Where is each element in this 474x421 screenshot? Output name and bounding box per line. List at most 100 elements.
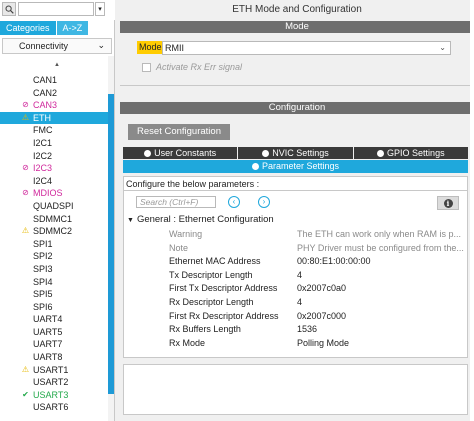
param-value[interactable]: Polling Mode: [297, 337, 464, 351]
tab-a-z[interactable]: A->Z: [56, 21, 89, 35]
sidebar-item-i2c3[interactable]: ⊘ I2C3: [0, 162, 108, 175]
sidebar-item-usart3[interactable]: ✔ USART3: [0, 389, 108, 402]
sidebar-item-label: SPI2: [33, 251, 53, 262]
param-value[interactable]: 4: [297, 269, 464, 283]
sidebar-item-can1[interactable]: CAN1: [0, 74, 108, 87]
scroll-up-arrow-icon[interactable]: ▲: [54, 62, 60, 68]
tab-gpio-settings[interactable]: GPIO Settings: [353, 147, 468, 159]
info-button[interactable]: i: [437, 196, 459, 210]
sidebar-item-sdmmc1[interactable]: SDMMC1: [0, 213, 108, 226]
mode-value: RMII: [165, 43, 184, 53]
sidebar-item-label: MDIOS: [33, 188, 63, 199]
sidebar-item-uart5[interactable]: UART5: [0, 326, 108, 339]
checkbox-label: Activate Rx Err signal: [156, 62, 243, 72]
tab-nvic-settings[interactable]: NVIC Settings: [238, 147, 353, 159]
warning-icon: ⚠: [21, 226, 30, 236]
param-value[interactable]: The ETH can work only when RAM is p...: [297, 228, 464, 242]
checkbox-box[interactable]: [142, 62, 151, 72]
error-icon: ⊘: [22, 188, 29, 198]
sidebar-item-label: FMC: [33, 125, 53, 136]
param-row[interactable]: Warning The ETH can work only when RAM is…: [169, 228, 464, 242]
sidebar-item-label: SDMMC2: [33, 226, 73, 237]
sidebar-item-label: SPI6: [33, 301, 53, 312]
sidebar-item-label: SPI5: [33, 289, 53, 300]
sidebar-item-label: SPI4: [33, 276, 53, 287]
reset-configuration-button[interactable]: Reset Configuration: [128, 124, 230, 140]
sidebar-item-usart1[interactable]: ⚠ USART1: [0, 364, 108, 377]
param-key: Rx Buffers Length: [169, 324, 241, 335]
param-row[interactable]: Ethernet MAC Address 00:80:E1:00:00:00: [169, 255, 464, 269]
sidebar-item-sdmmc2[interactable]: ⚠ SDMMC2: [0, 225, 108, 238]
sidebar-item-label: I2C1: [33, 137, 53, 148]
sidebar-item-i2c2[interactable]: I2C2: [0, 150, 108, 163]
sidebar-item-spi2[interactable]: SPI2: [0, 250, 108, 263]
param-row[interactable]: Rx Descriptor Length 4: [169, 296, 464, 310]
sidebar-item-can2[interactable]: CAN2: [0, 87, 108, 100]
param-key: Rx Mode: [169, 337, 206, 348]
param-search-input[interactable]: Search (Ctrl+F): [136, 196, 216, 208]
param-row[interactable]: Tx Descriptor Length 4: [169, 269, 464, 283]
tab-parameter-settings[interactable]: Parameter Settings: [123, 160, 468, 173]
tab-categories[interactable]: Categories: [0, 21, 57, 35]
sidebar-item-usart6[interactable]: USART6: [0, 401, 108, 414]
param-row[interactable]: Rx Mode Polling Mode: [169, 337, 464, 351]
sidebar-item-usart2[interactable]: USART2: [0, 376, 108, 389]
sidebar-item-label: USART1: [33, 364, 69, 375]
search-icon[interactable]: [2, 2, 16, 16]
status-dot-icon: [251, 163, 259, 170]
param-key: Ethernet MAC Address: [169, 256, 261, 267]
sidebar-item-spi4[interactable]: SPI4: [0, 276, 108, 289]
sidebar-item-spi1[interactable]: SPI1: [0, 238, 108, 251]
sidebar-scrollbar[interactable]: [108, 56, 114, 421]
search-next-icon[interactable]: ›: [258, 196, 270, 208]
sidebar-item-spi3[interactable]: SPI3: [0, 263, 108, 276]
param-value[interactable]: 00:80:E1:00:00:00: [297, 255, 464, 269]
right-scrollbar[interactable]: [470, 0, 474, 421]
param-row[interactable]: Note PHY Driver must be configured from t…: [169, 242, 464, 256]
sidebar-item-uart7[interactable]: UART7: [0, 338, 108, 351]
param-value[interactable]: 0x2007c0a0: [297, 282, 464, 296]
param-value[interactable]: 4: [297, 296, 464, 310]
sidebar-item-label: CAN2: [33, 87, 58, 98]
param-key: Note: [169, 242, 189, 253]
sidebar-item-uart8[interactable]: UART8: [0, 351, 108, 364]
sidebar-item-i2c4[interactable]: I2C4: [0, 175, 108, 188]
tab-user-constants[interactable]: User Constants: [123, 147, 238, 159]
sidebar-item-uart4[interactable]: UART4: [0, 313, 108, 326]
parameter-panel: Configure the below parameters : Search …: [123, 176, 468, 358]
category-connectivity[interactable]: Connectivity ⌄: [2, 38, 112, 54]
sidebar-item-mdios[interactable]: ⊘ MDIOS: [0, 187, 108, 200]
activate-rx-err-checkbox[interactable]: Activate Rx Err signal: [142, 62, 242, 72]
chevron-down-icon[interactable]: ▾: [95, 2, 105, 16]
sidebar-item-can3[interactable]: ⊘ CAN3: [0, 99, 108, 112]
sidebar-item-spi5[interactable]: SPI5: [0, 288, 108, 301]
scrollbar-thumb[interactable]: [108, 94, 114, 394]
sidebar-item-label: UART5: [33, 326, 63, 337]
category-label: Connectivity: [19, 41, 69, 51]
param-row[interactable]: Rx Buffers Length 1536: [169, 323, 464, 337]
sidebar-item-label: USART3: [33, 389, 69, 400]
sidebar-item-label: I2C3: [33, 163, 53, 174]
param-row[interactable]: First Rx Descriptor Address 0x2007c000: [169, 310, 464, 324]
mode-section-header: Mode: [120, 21, 474, 33]
sidebar-search-input[interactable]: [18, 2, 94, 16]
tab-label: GPIO Settings: [387, 148, 445, 158]
param-key: First Tx Descriptor Address: [169, 283, 278, 294]
param-key: Rx Descriptor Length: [169, 297, 254, 307]
param-value[interactable]: 0x2007c000: [297, 310, 464, 324]
sidebar-item-spi6[interactable]: SPI6: [0, 301, 108, 314]
sidebar-item-i2c1[interactable]: I2C1: [0, 137, 108, 150]
param-value[interactable]: 1536: [297, 323, 464, 337]
mode-select[interactable]: RMII ⌄: [162, 41, 451, 55]
param-value[interactable]: PHY Driver must be configured from the..…: [297, 242, 464, 256]
tab-label: User Constants: [154, 148, 217, 158]
page-title: ETH Mode and Configuration: [232, 4, 362, 15]
sidebar-item-eth[interactable]: ⚠ ETH: [0, 111, 108, 125]
search-prev-icon[interactable]: ‹: [228, 196, 240, 208]
sidebar-item-fmc[interactable]: FMC: [0, 124, 108, 137]
config-tabs: User Constants NVIC Settings GPIO Settin…: [123, 147, 468, 159]
param-row[interactable]: First Tx Descriptor Address 0x2007c0a0: [169, 282, 464, 296]
sidebar-item-label: CAN1: [33, 75, 58, 85]
param-group-header[interactable]: ▼ General : Ethernet Configuration: [127, 214, 274, 225]
sidebar-item-quadspi[interactable]: QUADSPI: [0, 200, 108, 213]
